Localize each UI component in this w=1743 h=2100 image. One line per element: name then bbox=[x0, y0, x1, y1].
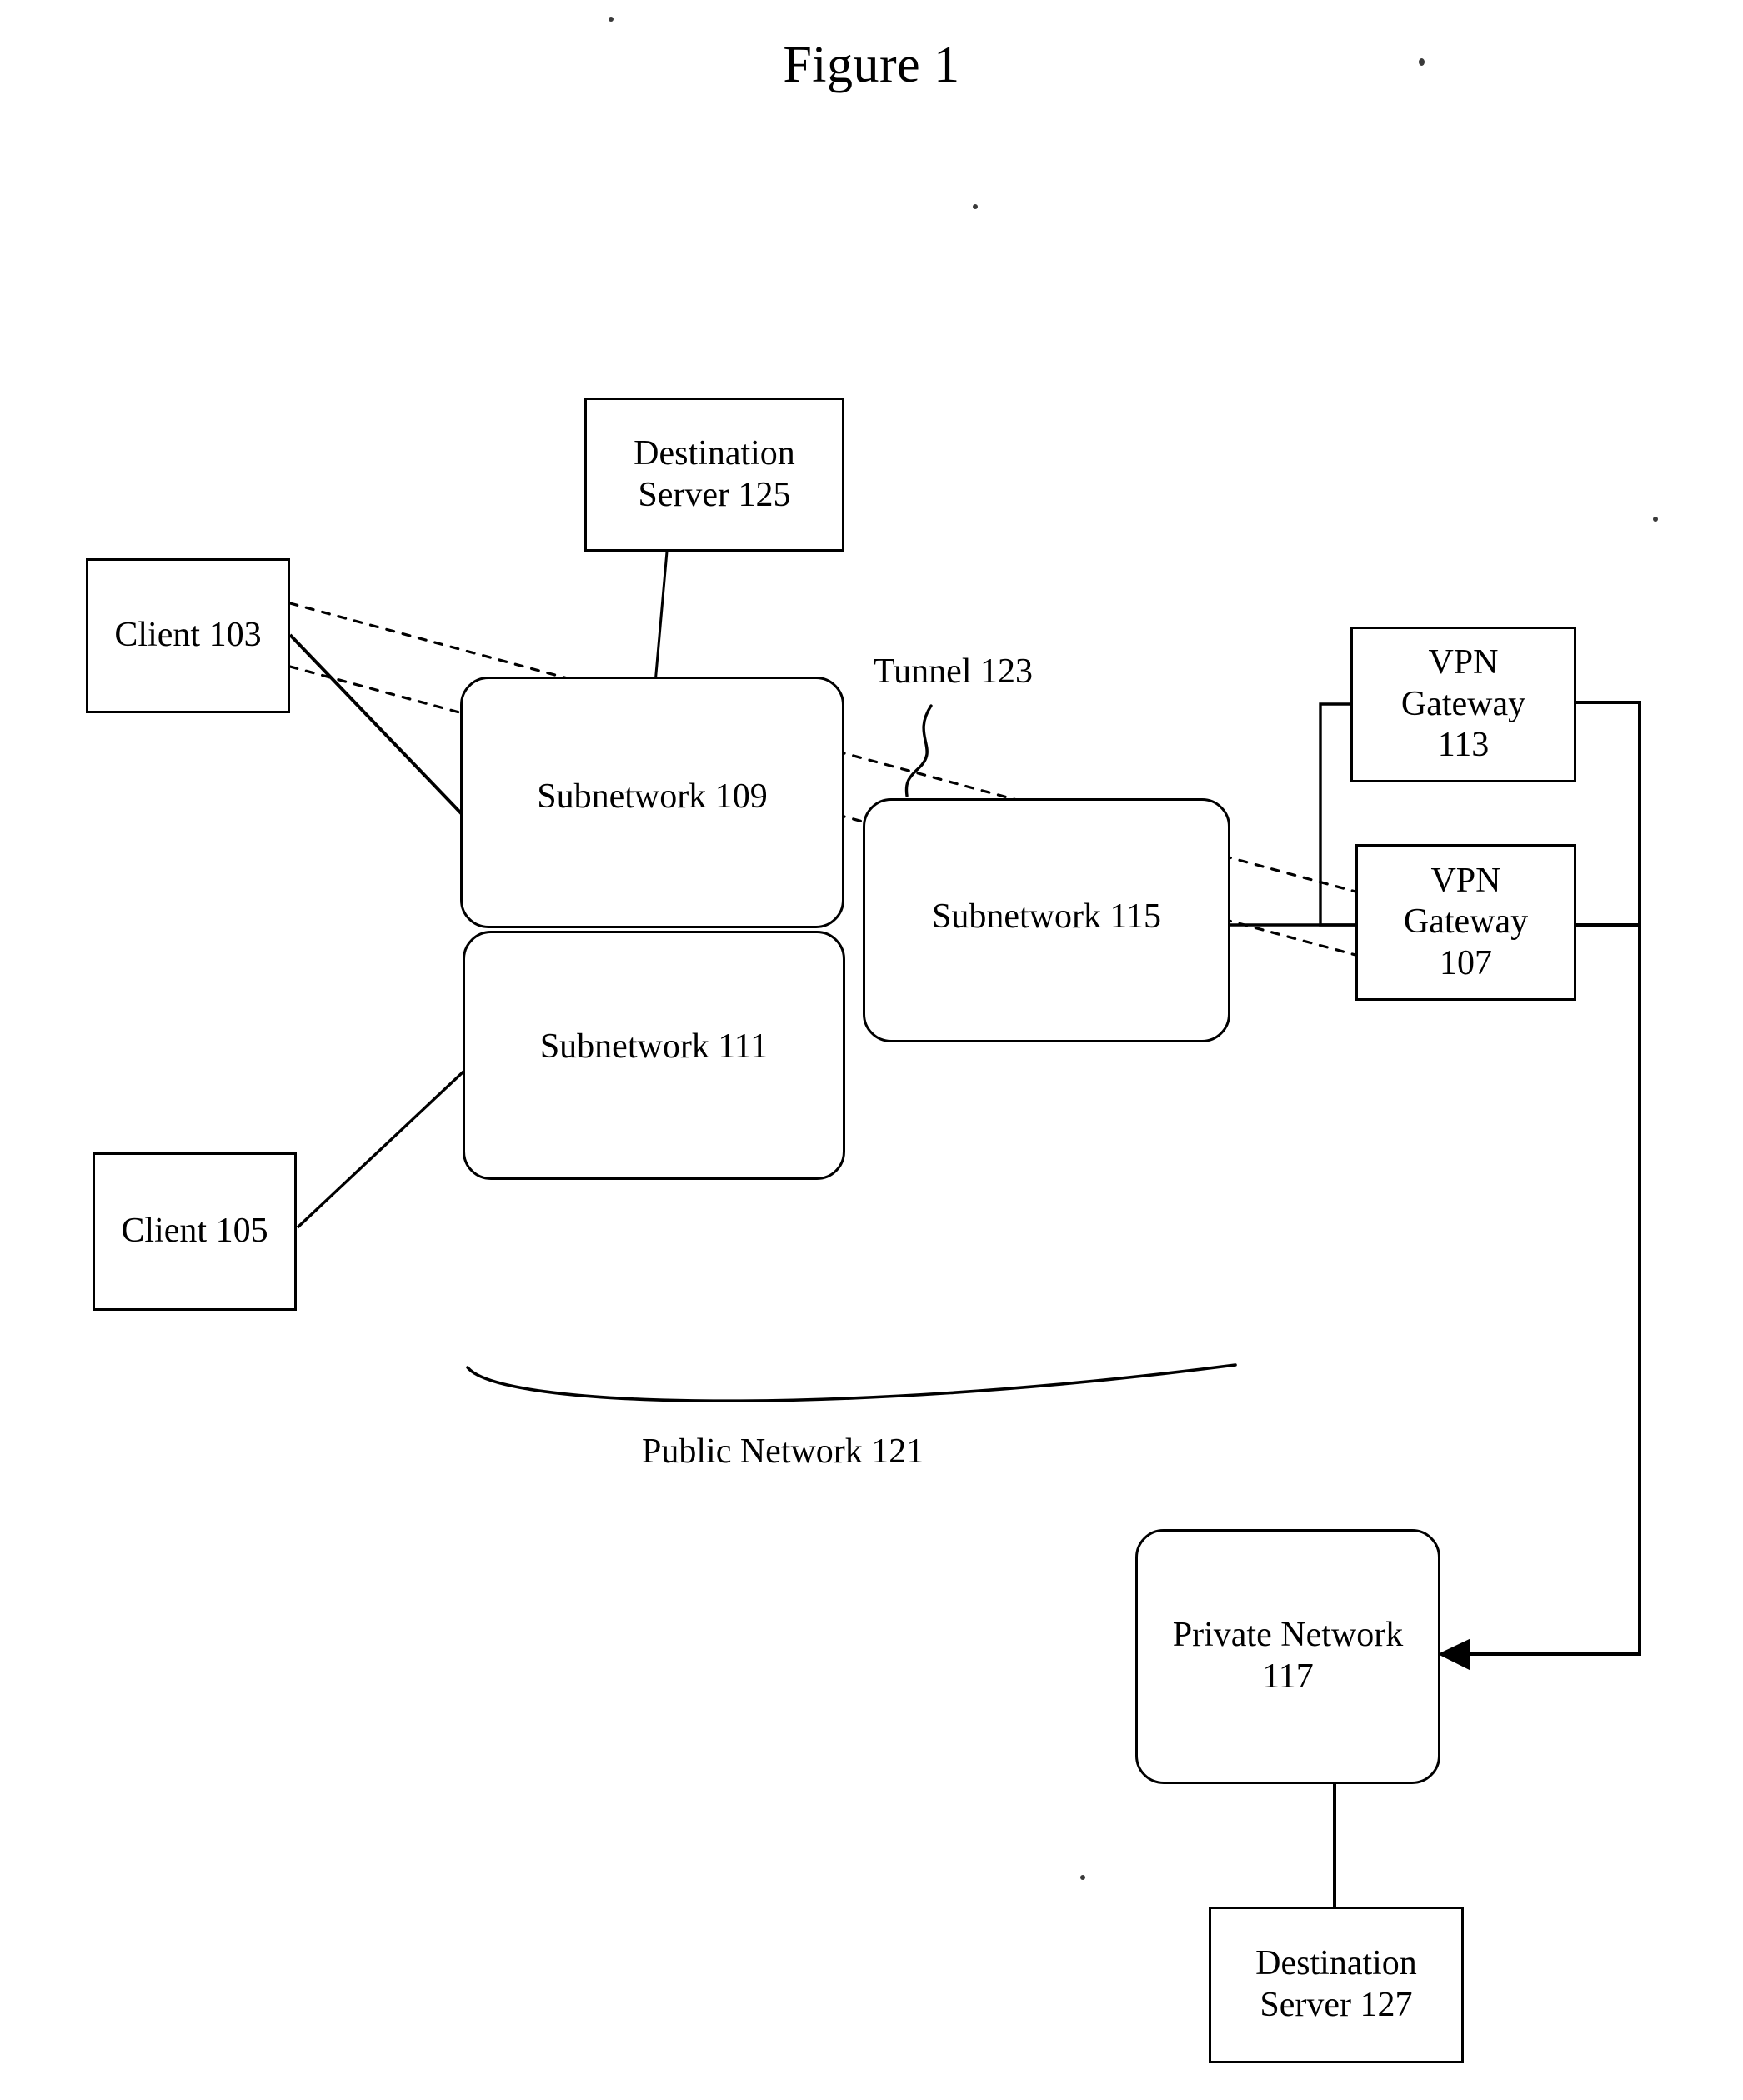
figure-diagram: Figure 1 Destination Server 125 Client 1… bbox=[0, 0, 1743, 2100]
node-label: VPN Gateway 107 bbox=[1403, 861, 1529, 982]
edge-destination-server-125-to-subnetwork-109 bbox=[654, 551, 669, 684]
node-destination-server-127[interactable]: Destination Server 127 bbox=[1209, 1907, 1464, 2063]
node-label: VPN Gateway 113 bbox=[1400, 643, 1526, 765]
node-client-103[interactable]: Client 103 bbox=[86, 558, 290, 713]
node-vpn-gateway-113[interactable]: VPN Gateway 113 bbox=[1350, 627, 1576, 782]
node-vpn-gateway-107[interactable]: VPN Gateway 107 bbox=[1355, 844, 1576, 1001]
public-network-121-grouping-arc bbox=[466, 1363, 1237, 1402]
node-label: Private Network 117 bbox=[1172, 1616, 1404, 1696]
node-subnetwork-115[interactable]: Subnetwork 115 bbox=[863, 798, 1230, 1042]
node-private-network-117[interactable]: Private Network 117 bbox=[1135, 1529, 1440, 1784]
scan-speck bbox=[1653, 517, 1658, 522]
node-label: Destination Server 125 bbox=[634, 433, 795, 514]
node-label: Subnetwork 115 bbox=[932, 897, 1161, 936]
scan-speck bbox=[609, 17, 614, 22]
node-label: Subnetwork 111 bbox=[539, 1027, 769, 1066]
edge-client-105-to-subnetwork-111 bbox=[296, 1070, 465, 1229]
annotation-public-network-121: Public Network 121 bbox=[642, 1432, 924, 1471]
node-label: Client 103 bbox=[114, 616, 262, 655]
node-subnetwork-111[interactable]: Subnetwork 111 bbox=[463, 931, 845, 1180]
node-label: Subnetwork 109 bbox=[537, 778, 768, 817]
page-title: Figure 1 bbox=[783, 37, 960, 93]
scan-speck bbox=[973, 204, 978, 209]
edge-client-103-to-subnetwork-109 bbox=[288, 633, 466, 818]
connector-layer bbox=[288, 551, 1641, 1907]
node-label: Client 105 bbox=[121, 1212, 268, 1251]
node-destination-server-125[interactable]: Destination Server 125 bbox=[584, 398, 844, 552]
annotation-tunnel-123: Tunnel 123 bbox=[874, 652, 1033, 691]
tunnel-123-leader-squiggle bbox=[904, 704, 933, 798]
node-client-105[interactable]: Client 105 bbox=[93, 1152, 297, 1311]
scan-speck bbox=[1080, 1875, 1085, 1880]
node-subnetwork-109[interactable]: Subnetwork 109 bbox=[460, 677, 844, 928]
node-label: Destination Server 127 bbox=[1255, 1944, 1417, 2024]
arrowhead-into-private-network-117 bbox=[1437, 1638, 1470, 1671]
